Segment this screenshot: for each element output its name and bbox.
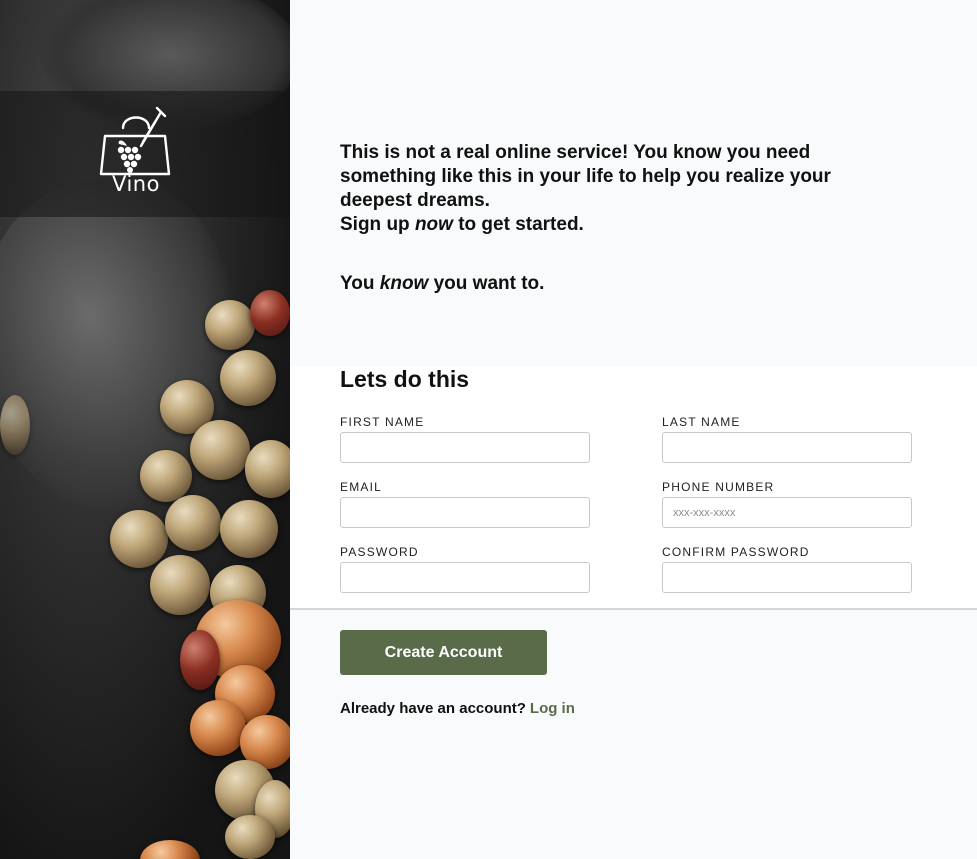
phone-group: PHONE NUMBER [662, 480, 912, 528]
login-link[interactable]: Log in [530, 700, 575, 717]
grape [110, 510, 168, 568]
phone-label: PHONE NUMBER [662, 480, 775, 494]
grape [220, 500, 278, 558]
grape [205, 300, 255, 350]
wine-bag-icon [99, 106, 171, 176]
first-name-label: FIRST NAME [340, 415, 425, 429]
grape [150, 555, 210, 615]
last-name-input[interactable] [662, 432, 912, 463]
intro-text: This is not a real online service! You k… [340, 141, 900, 296]
signup-text: Sign up [340, 214, 415, 235]
signup-emphasis: now [414, 214, 453, 235]
email-label: EMAIL [340, 480, 383, 494]
grape [140, 450, 192, 502]
password-input[interactable] [340, 562, 590, 593]
grape [140, 840, 200, 859]
login-prompt-text: Already have an account? [340, 700, 526, 717]
last-name-group: LAST NAME [662, 415, 912, 463]
first-name-group: FIRST NAME [340, 415, 590, 463]
last-name-label: LAST NAME [662, 415, 741, 429]
confirm-password-input[interactable] [662, 562, 912, 593]
email-input[interactable] [340, 497, 590, 528]
create-account-button[interactable]: Create Account [340, 630, 547, 675]
login-prompt: Already have an account? Log in [340, 700, 575, 717]
password-group: PASSWORD [340, 545, 590, 593]
form-title: Lets do this [340, 366, 470, 392]
grape [225, 815, 275, 859]
grape [0, 395, 30, 455]
first-name-input[interactable] [340, 432, 590, 463]
tagline: You know you want to. [340, 272, 900, 296]
grape [180, 630, 220, 690]
intro-paragraph: This is not a real online service! You k… [340, 141, 900, 237]
grape [245, 440, 290, 498]
email-group: EMAIL [340, 480, 590, 528]
intro-line: This is not a real online service! You k… [340, 142, 831, 211]
password-label: PASSWORD [340, 545, 419, 559]
hero-image: Vino [0, 0, 290, 859]
tagline-text-end: you want to. [428, 273, 545, 294]
confirm-password-group: CONFIRM PASSWORD [662, 545, 912, 593]
grape [190, 700, 246, 756]
signup-text-end: to get started. [452, 214, 584, 235]
confirm-password-label: CONFIRM PASSWORD [662, 545, 810, 559]
grape [165, 495, 221, 551]
phone-input[interactable] [662, 497, 912, 528]
tagline-text: You [340, 273, 380, 294]
grape [190, 420, 250, 480]
brand-logo[interactable]: Vino [96, 106, 176, 202]
tagline-emphasis: know [379, 273, 429, 294]
brand-name: Vino [112, 172, 160, 196]
grape [250, 290, 290, 336]
grape [220, 350, 276, 406]
